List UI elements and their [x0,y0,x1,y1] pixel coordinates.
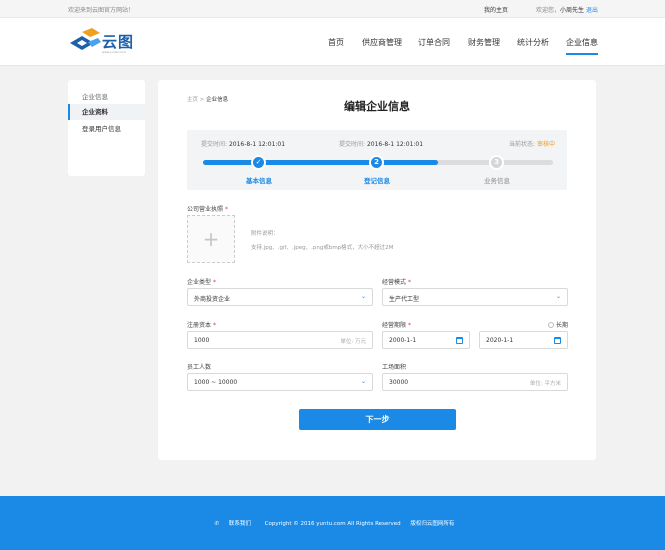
capital-unit: 单位: 万元 [340,339,366,345]
area-value: 30000 [389,379,409,386]
submit-time-value: 2016-8-1 12:01:01 [228,141,286,148]
progress-panel: 提交时间: 2016-8-1 12:01:01 提交时间: 2016-8-1 1… [187,130,567,190]
license-label-text: 公司营业执照 [187,206,224,213]
company-type-label-text: 企业类型 [187,279,212,286]
capital-value: 1000 [194,337,210,344]
area-input[interactable]: 30000 单位: 平方米 [382,373,568,391]
phone-icon: ✆ [214,521,221,527]
footer: ✆ 联系我们 Copyright © 2016 yuntu.com All Ri… [0,496,665,550]
welcome-text: 欢迎来到云图官方网站！ [68,7,135,14]
page-title: 编辑企业信息 [344,100,410,113]
step-3-label: 业务信息 [484,177,510,185]
step-2-label: 登记信息 [364,177,390,185]
nav-statistics[interactable]: 统计分析 [517,37,549,48]
current-status: 当前状态: 审核中 [509,139,555,148]
logo[interactable]: 云图 www.yuntu.com [68,28,148,56]
header: 云图 www.yuntu.com 首页 供应商管理 订单合同 财务管理 统计分析… [0,18,665,66]
footer-line: ✆ 联系我们 Copyright © 2016 yuntu.com All Ri… [0,519,665,527]
nav-finance[interactable]: 财务管理 [468,37,500,48]
required-mark: * [407,322,411,329]
sidebar: 企业信息 企业资料 登录用户信息 [68,80,145,176]
plus-icon: + [202,227,220,251]
business-mode-value: 生产代工型 [389,296,420,303]
copyright-text: Copyright © 2016 yuntu.com All Rights Re… [264,521,401,527]
user-greeting: 欢迎您，小周先生 退出 [536,5,598,14]
term-label-text: 经营期限 [382,322,407,329]
contact-link[interactable]: ✆ 联系我们 [211,521,255,527]
step-1-check-icon: ✓ [251,155,266,170]
nav-orders[interactable]: 订单合同 [418,37,450,48]
step-3-dot: 3 [489,155,504,170]
nav-company-info[interactable]: 企业信息 [566,37,598,55]
staff-label: 员工人数 [187,364,212,371]
main-card: 主页 > 企业信息 编辑企业信息 提交时间: 2016-8-1 12:01:01… [158,80,596,460]
staff-select[interactable]: 1000 ~ 10000 ⌄ [187,373,373,391]
license-label: 公司营业执照 * [187,204,228,213]
capital-label-text: 注册资本 [187,322,212,329]
top-bar: 欢迎来到云图官方网站！ 我的主页 欢迎您，小周先生 退出 [0,0,665,18]
capital-label: 注册资本 * [187,320,216,329]
term-end-value: 2020-1-1 [486,337,514,344]
business-mode-label: 经营模式 * [382,277,411,286]
status-badge: 审核中 [536,141,555,148]
submit-time: 提交时间: 2016-8-1 12:01:01 [201,139,285,148]
progress-fill [203,160,438,165]
license-upload-button[interactable]: + [187,215,235,263]
calendar-icon [456,337,463,344]
chevron-down-icon: ⌄ [555,293,561,300]
user-name[interactable]: 小周先生 [560,7,584,14]
staff-value: 1000 ~ 10000 [194,379,238,386]
area-label: 工场面积 [382,364,407,371]
logo-site: www.yuntu.com [102,50,127,54]
business-mode-select[interactable]: 生产代工型 ⌄ [382,288,568,306]
required-mark: * [224,206,228,213]
status-label: 当前状态: [509,141,536,148]
company-type-label: 企业类型 * [187,277,216,286]
calendar-icon [554,337,561,344]
business-mode-label-text: 经营模式 [382,279,407,286]
submit-time-2-label: 提交时间: [339,141,366,148]
nav-suppliers[interactable]: 供应商管理 [362,37,402,48]
required-mark: * [407,279,411,286]
submit-time-2: 提交时间: 2016-8-1 12:01:01 [339,139,423,148]
chevron-down-icon: ⌄ [360,293,366,300]
sidebar-section-title: 企业信息 [82,93,108,101]
greeting-text: 欢迎您， [536,7,561,14]
nav-home[interactable]: 首页 [328,37,344,48]
logo-text: 云图 [102,33,135,51]
submit-time-2-value: 2016-8-1 12:01:01 [366,141,424,148]
term-end-date[interactable]: 2020-1-1 [479,331,568,349]
my-home-link[interactable]: 我的主页 [484,5,508,14]
step-2-dot: 2 [369,155,384,170]
sidebar-item-login-users[interactable]: 登录用户信息 [68,121,145,137]
chevron-down-icon: ⌄ [360,378,366,385]
required-mark: * [212,322,216,329]
sidebar-item-company-profile[interactable]: 企业资料 [68,104,145,120]
attachment-title: 附件说明： [251,231,279,237]
long-term-label: 长期 [556,322,569,329]
term-label: 经营期限 * [382,320,411,329]
next-step-button[interactable]: 下一步 [299,409,456,430]
rights-text: 版权归云图网所有 [410,521,455,527]
logo-mark-icon [70,28,101,50]
term-start-date[interactable]: 2000-1-1 [382,331,470,349]
required-mark: * [212,279,216,286]
term-start-value: 2000-1-1 [389,337,417,344]
attachment-desc: 支持.jpg、.gif、.jpeg、.png或bmp格式，大小不超过2M [251,245,394,251]
long-term-checkbox[interactable]: 长期 [548,320,568,329]
company-type-value: 外商投资企业 [194,296,231,303]
capital-input[interactable]: 1000 单位: 万元 [187,331,373,349]
checkbox-icon [548,322,554,328]
contact-text: 联系我们 [228,521,251,527]
submit-time-label: 提交时间: [201,141,228,148]
step-1-label: 基本信息 [246,177,272,185]
area-unit: 单位: 平方米 [529,381,561,387]
logout-link[interactable]: 退出 [586,7,598,14]
company-type-select[interactable]: 外商投资企业 ⌄ [187,288,373,306]
